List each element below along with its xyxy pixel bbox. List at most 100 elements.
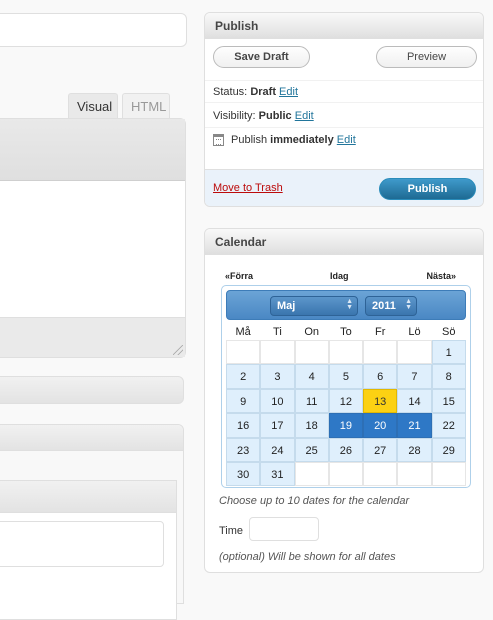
calendar-icon (213, 134, 224, 146)
day-cell[interactable]: 12 (328, 388, 364, 414)
month-select[interactable]: Maj ▲ ▼ (270, 296, 358, 316)
datepicker-body: 1 2 3 4 5 6 7 8 9 10 11 12 13 14 15 16 17 18 19 20 21 22 23 24 2… (226, 340, 466, 487)
preview-button[interactable]: Preview (376, 46, 477, 68)
day-cell[interactable]: 31 (260, 461, 295, 487)
status-label: Status: (213, 86, 248, 98)
week-row: 2345678 (226, 364, 466, 389)
post-title-input[interactable] (0, 13, 187, 47)
day-cell[interactable]: 28 (397, 437, 432, 462)
weekday-label: Lö (408, 326, 421, 338)
tab-html[interactable]: HTML (122, 93, 170, 119)
day-cell[interactable]: 10 (260, 388, 295, 414)
weekday-label: To (340, 326, 352, 338)
status-value: Draft (250, 86, 276, 98)
day-cell[interactable]: 14 (397, 388, 432, 414)
content-editor[interactable] (0, 118, 186, 358)
day-cell[interactable]: 1 (431, 340, 466, 365)
week-row: 9 10 11 12 13 14 15 (226, 388, 466, 414)
day-cell[interactable]: 19 (328, 413, 364, 438)
status-edit-link[interactable]: Edit (279, 86, 298, 98)
day-cell[interactable]: 9 (226, 388, 261, 414)
day-cell[interactable]: 20 (363, 413, 398, 438)
time-label: Time (219, 525, 244, 537)
empty-day-cell (260, 340, 295, 365)
empty-day-cell (363, 340, 398, 365)
save-draft-button[interactable]: Save Draft (213, 46, 310, 68)
calendar-next-link[interactable]: Nästa» (426, 271, 456, 281)
empty-day-cell (363, 461, 398, 487)
day-cell[interactable]: 22 (431, 413, 466, 438)
datepicker-grid: Må Ti On To Fr Lö Sö 1 2 3 4 5 6 7 8 9 10 11 12 13 14 15 16 17… (226, 324, 466, 487)
day-cell[interactable]: 5 (328, 364, 364, 389)
calendar-hint: Choose up to 10 dates for the calendar (219, 495, 410, 507)
day-cell[interactable]: 16 (226, 413, 261, 438)
inner-panel (0, 480, 177, 620)
day-cell[interactable]: 15 (431, 388, 466, 414)
day-cell[interactable]: 25 (294, 437, 329, 462)
day-cell[interactable]: 23 (226, 437, 261, 462)
calendar-box: Calendar «Förra Idag Nästa» Maj ▲ ▼ 2011 … (204, 228, 484, 573)
day-cell[interactable]: 21 (397, 413, 432, 438)
day-cell[interactable]: 17 (260, 413, 295, 438)
move-to-trash-link[interactable]: Move to Trash (213, 182, 283, 194)
empty-day-cell (226, 340, 261, 365)
empty-day-cell (397, 461, 432, 487)
postbox-header[interactable] (0, 425, 183, 451)
visibility-edit-link[interactable]: Edit (295, 110, 314, 122)
publish-button[interactable]: Publish (379, 178, 476, 200)
empty-day-cell (294, 461, 329, 487)
weekday-header: Må Ti On To Fr Lö Sö (226, 324, 466, 340)
resize-handle-icon[interactable] (173, 345, 183, 355)
editor-toolbar (0, 119, 185, 181)
day-cell[interactable]: 26 (328, 437, 364, 462)
textarea-field[interactable] (0, 521, 164, 567)
calendar-box-title[interactable]: Calendar (205, 229, 483, 255)
calendar-prev-link[interactable]: «Förra (225, 271, 253, 281)
visibility-value: Public (258, 110, 292, 122)
status-row: Status: Draft Edit (205, 80, 483, 103)
day-cell[interactable]: 24 (260, 437, 295, 462)
weekday-label: On (304, 326, 319, 338)
month-value: Maj (277, 300, 296, 312)
datepicker-header: Maj ▲ ▼ 2011 ▲ ▼ (226, 290, 466, 320)
visibility-row: Visibility: Public Edit (205, 105, 483, 128)
day-cell[interactable]: 2 (226, 364, 261, 389)
publish-date-edit-link[interactable]: Edit (337, 134, 356, 146)
day-cell[interactable]: 18 (294, 413, 329, 438)
day-cell[interactable]: 6 (363, 364, 398, 389)
day-cell[interactable]: 11 (294, 388, 329, 414)
day-cell[interactable]: 30 (226, 461, 261, 487)
calendar-today-link[interactable]: Idag (330, 271, 349, 281)
publish-date-value: immediately (270, 134, 334, 146)
select-arrows-icon: ▲ ▼ (346, 298, 353, 311)
collapsed-postbox[interactable] (0, 376, 184, 404)
major-publishing-actions: Move to Trash Publish (205, 169, 483, 206)
datepicker: Maj ▲ ▼ 2011 ▲ ▼ Må Ti On To Fr Lö Sö 1234567891… (221, 285, 471, 488)
year-value: 2011 (372, 300, 396, 312)
custom-fields-box (0, 424, 184, 620)
publish-date-label: Publish (231, 134, 268, 146)
week-row: 23 24 25 26 27 28 29 (226, 437, 466, 462)
day-cell[interactable]: 13 (363, 388, 398, 414)
empty-day-cell (431, 461, 466, 487)
day-cell[interactable]: 3 (260, 364, 295, 389)
weekday-label: Må (235, 326, 251, 338)
day-cell[interactable]: 29 (431, 437, 466, 462)
time-hint: (optional) Will be shown for all dates (219, 551, 396, 563)
weekday-label: Fr (375, 326, 386, 338)
visibility-label: Visibility: (213, 110, 256, 122)
empty-day-cell (328, 461, 364, 487)
day-cell[interactable]: 7 (397, 364, 432, 389)
select-arrows-icon: ▲ ▼ (405, 298, 412, 311)
empty-day-cell (397, 340, 432, 365)
year-select[interactable]: 2011 ▲ ▼ (365, 296, 417, 316)
time-input[interactable] (249, 517, 319, 541)
empty-day-cell (328, 340, 364, 365)
day-cell[interactable]: 8 (431, 364, 466, 389)
day-cell[interactable]: 27 (363, 437, 398, 462)
publish-box: Publish Save Draft Preview Status: Draft… (204, 12, 484, 207)
publish-box-title[interactable]: Publish (205, 13, 483, 39)
day-cell[interactable]: 4 (294, 364, 329, 389)
tab-visual[interactable]: Visual (68, 93, 118, 119)
weekday-label: Sö (441, 326, 456, 338)
